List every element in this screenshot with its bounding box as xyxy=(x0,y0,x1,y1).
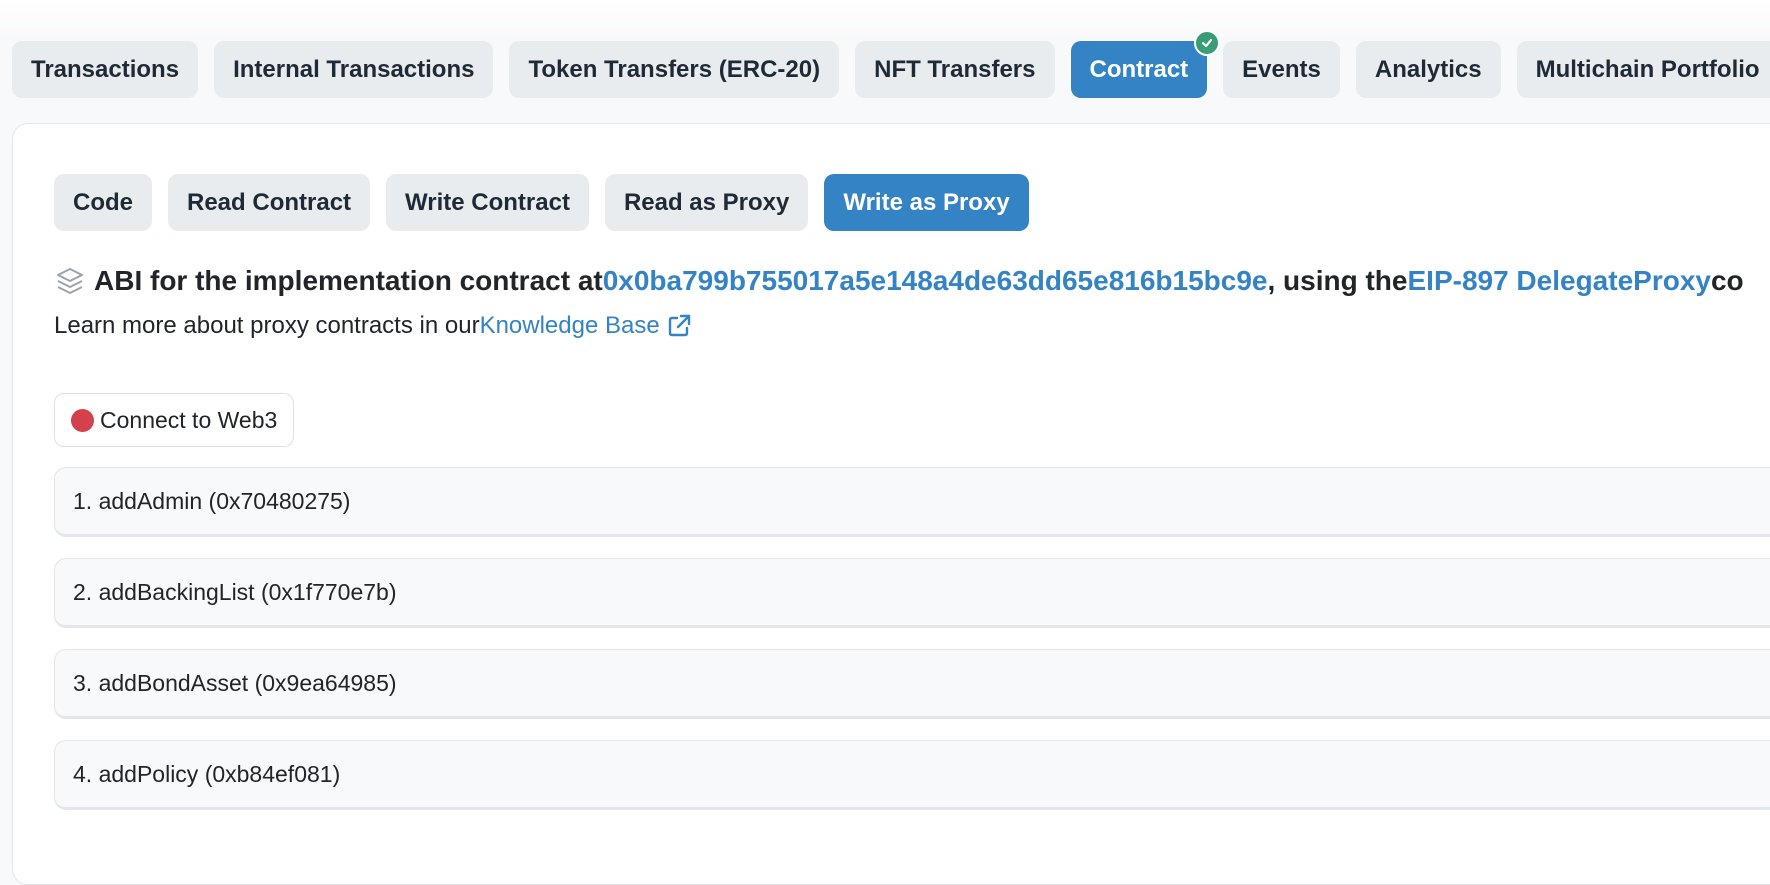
function-label: 4. addPolicy (0xb84ef081) xyxy=(73,761,341,787)
abi-info: ABI for the implementation contract at 0… xyxy=(54,265,1744,297)
connect-web3-button[interactable]: Connect to Web3 xyxy=(54,393,295,447)
knowledge-base-link[interactable]: Knowledge Base xyxy=(480,312,660,340)
tab-contract[interactable]: Contract xyxy=(1070,30,1221,98)
subtab-label: Code xyxy=(73,189,133,216)
contract-panel: Code Read Contract Write Contract Read a… xyxy=(12,123,1770,885)
layers-icon xyxy=(54,265,86,297)
tab-nft-transfers[interactable]: NFT Transfers xyxy=(855,41,1055,98)
learn-more: Learn more about proxy contracts in our … xyxy=(54,312,692,340)
function-row-4[interactable]: 4. addPolicy (0xb84ef081) xyxy=(54,740,1770,810)
function-label: 3. addBondAsset (0x9ea64985) xyxy=(73,670,397,696)
abi-prefix: ABI for the implementation contract at xyxy=(94,265,603,296)
learn-more-text: Learn more about proxy contracts in our xyxy=(54,312,480,339)
tab-analytics[interactable]: Analytics xyxy=(1355,41,1501,98)
subtab-write-as-proxy[interactable]: Write as Proxy xyxy=(824,174,1029,231)
subtab-read-as-proxy[interactable]: Read as Proxy xyxy=(604,174,809,231)
implementation-address-link[interactable]: 0x0ba799b755017a5e148a4de63dd65e816b15bc… xyxy=(603,265,1268,297)
tab-label: Token Transfers (ERC-20) xyxy=(528,56,821,83)
check-circle-icon xyxy=(1194,30,1221,56)
tab-label: Analytics xyxy=(1374,56,1482,83)
subtab-label: Write as Proxy xyxy=(843,189,1010,216)
function-row-3[interactable]: 3. addBondAsset (0x9ea64985) xyxy=(54,649,1770,719)
subtab-label: Read as Proxy xyxy=(623,189,790,216)
subtab-label: Read Contract xyxy=(187,189,352,216)
function-label: 1. addAdmin (0x70480275) xyxy=(73,488,351,514)
tab-internal-transactions[interactable]: Internal Transactions xyxy=(214,41,494,98)
tab-label: Internal Transactions xyxy=(233,56,475,83)
tab-events[interactable]: Events xyxy=(1223,41,1340,98)
subtab-write-contract[interactable]: Write Contract xyxy=(386,174,589,231)
subtab-label: Write Contract xyxy=(405,189,570,216)
page-background xyxy=(0,0,1770,40)
tab-label: Multichain Portfolio xyxy=(1535,56,1760,83)
external-link-icon[interactable] xyxy=(666,313,692,339)
function-row-1[interactable]: 1. addAdmin (0x70480275) xyxy=(54,467,1770,537)
tab-label: Events xyxy=(1242,56,1321,83)
tab-token-transfers[interactable]: Token Transfers (ERC-20) xyxy=(509,41,840,98)
function-row-2[interactable]: 2. addBackingList (0x1f770e7b) xyxy=(54,558,1770,628)
abi-middle: , using the xyxy=(1267,265,1408,296)
proxy-pattern-link[interactable]: EIP-897 DelegateProxy xyxy=(1407,265,1711,297)
tab-label: Transactions xyxy=(31,56,180,83)
subtab-read-contract[interactable]: Read Contract xyxy=(168,174,371,231)
subtab-code[interactable]: Code xyxy=(54,174,152,231)
tab-label: Contract xyxy=(1089,56,1189,83)
abi-suffix: co xyxy=(1710,265,1744,296)
status-dot-icon xyxy=(71,408,94,432)
main-tabs: Transactions Internal Transactions Token… xyxy=(12,30,1770,98)
contract-sub-tabs: Code Read Contract Write Contract Read a… xyxy=(54,174,1029,231)
tab-label: NFT Transfers xyxy=(874,56,1036,83)
function-label: 2. addBackingList (0x1f770e7b) xyxy=(73,579,397,605)
tab-transactions[interactable]: Transactions xyxy=(12,41,199,98)
tab-multichain-portfolio[interactable]: Multichain Portfolio xyxy=(1516,41,1770,98)
connect-label: Connect to Web3 xyxy=(100,406,278,433)
